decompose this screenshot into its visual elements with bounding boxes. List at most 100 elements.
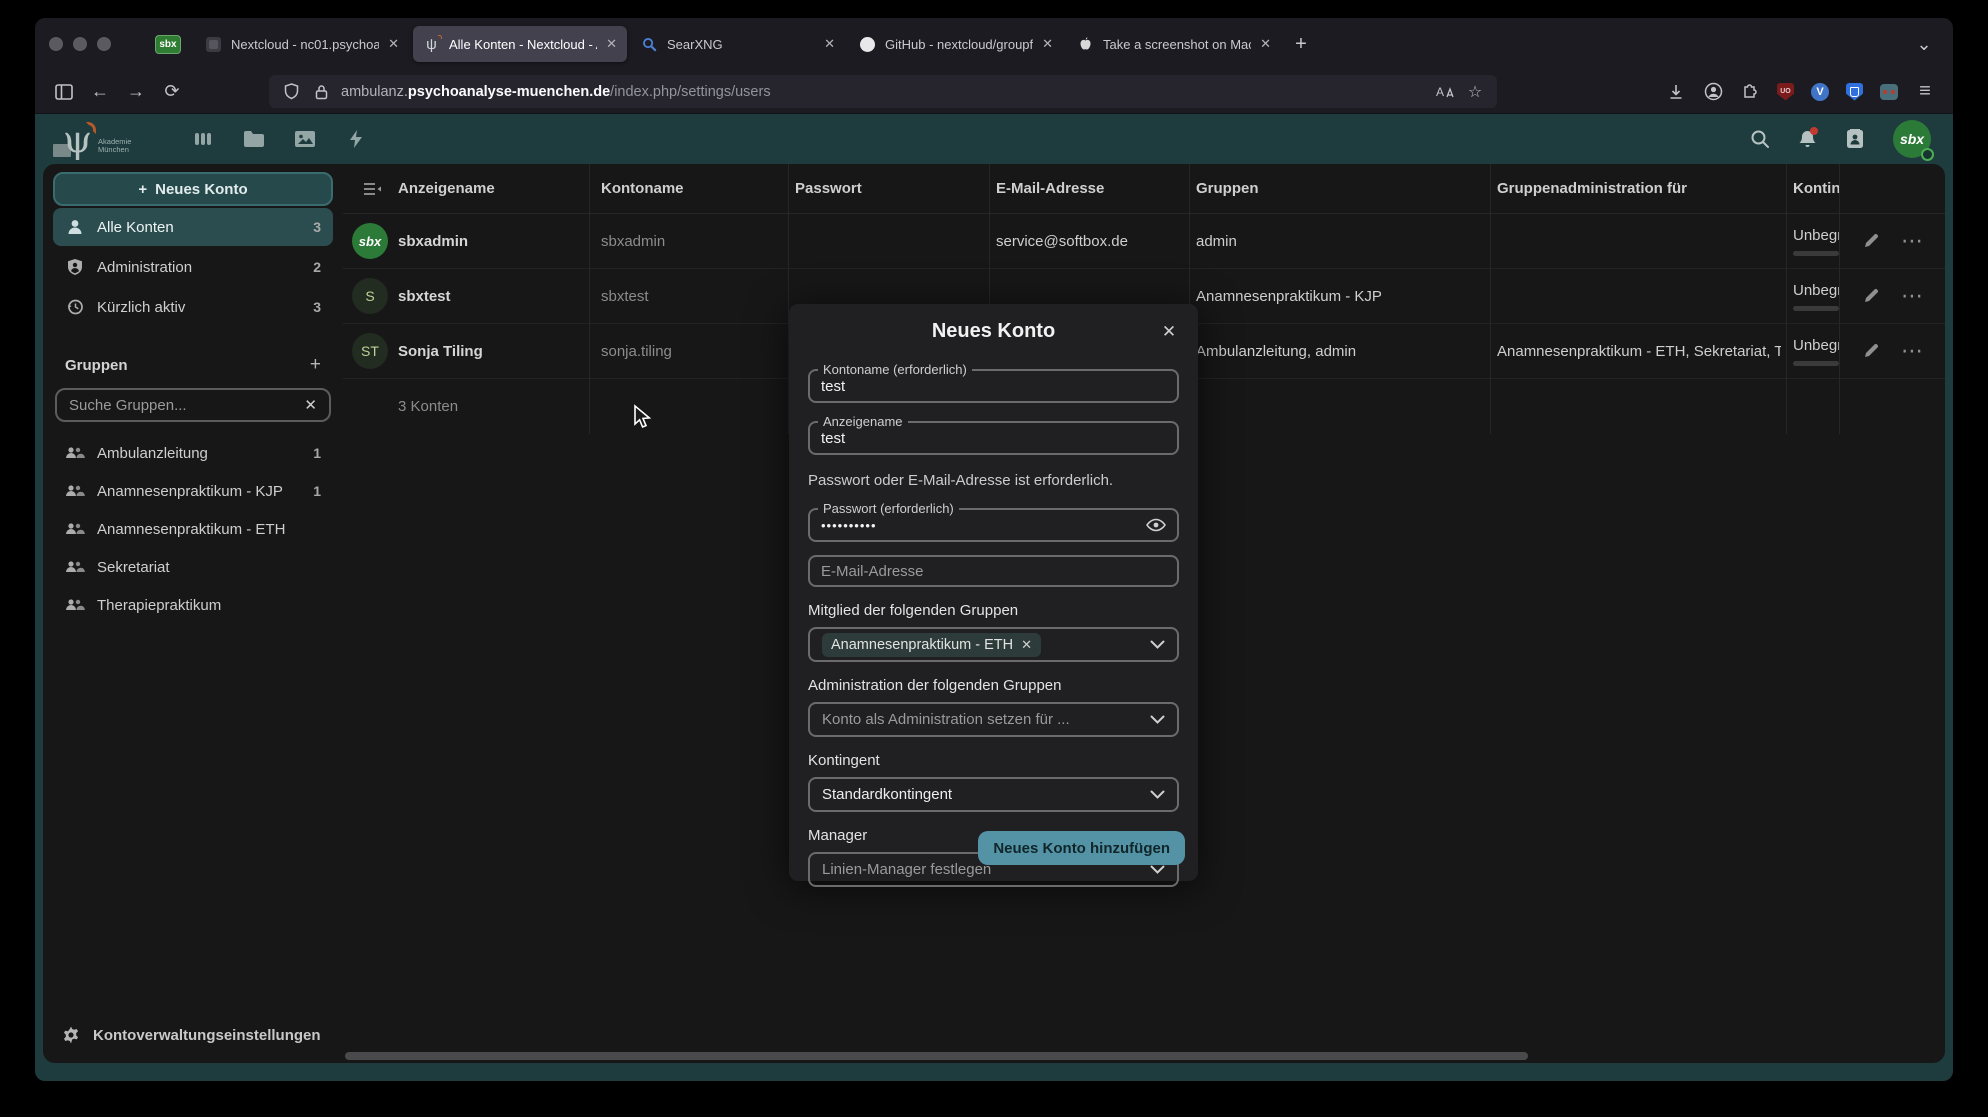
url-bar[interactable]: ambulanz.psychoanalyse-muenchen.de/index… (269, 75, 1497, 108)
lock-icon[interactable] (311, 82, 331, 102)
bookmark-star-icon[interactable]: ☆ (1465, 82, 1485, 102)
add-group-icon[interactable]: + (310, 354, 321, 376)
account-cell: sbxadmin (601, 214, 787, 268)
minimize-window-button[interactable] (73, 37, 87, 51)
notifications-bell-icon[interactable] (1798, 129, 1817, 149)
accounts-count-label: 3 Konten (398, 379, 593, 434)
close-tab-icon[interactable]: ✕ (1260, 36, 1271, 52)
column-header-passwort[interactable]: Passwort (795, 164, 988, 213)
gear-icon (61, 1025, 81, 1045)
tab-searxng[interactable]: SearXNG ✕ (631, 26, 845, 62)
tab-screenshot-mac[interactable]: Take a screenshot on Mac - Ap ✕ (1067, 26, 1281, 62)
edit-pencil-icon[interactable] (1853, 214, 1889, 268)
menu-icon[interactable]: ≡ (1915, 82, 1935, 102)
groups-cell: Anamnesenpraktikum - KJP (1196, 269, 1489, 323)
extensions-puzzle-icon[interactable] (1740, 82, 1760, 102)
quota-select[interactable]: Standardkontingent (808, 777, 1179, 812)
quota-progress-bar (1793, 361, 1839, 366)
contacts-icon[interactable] (1845, 129, 1865, 149)
sidebar-item-kuerzlich-aktiv[interactable]: Kürzlich aktiv 3 (53, 288, 333, 326)
group-search-field[interactable]: ✕ (55, 388, 331, 422)
group-admin-cell (1497, 214, 1781, 268)
group-item-anamnesen-kjp[interactable]: Anamnesenpraktikum - KJP 1 (53, 472, 333, 510)
close-tab-icon[interactable]: ✕ (388, 36, 399, 52)
akademie-logo[interactable]: ψ AkademieMünchen (47, 114, 157, 164)
bitwarden-icon[interactable] (1846, 83, 1863, 101)
unified-search-icon[interactable] (1750, 129, 1770, 149)
horizontal-scrollbar[interactable] (345, 1052, 1528, 1060)
close-tab-icon[interactable]: ✕ (606, 36, 617, 52)
ublock-icon[interactable]: UO (1777, 83, 1794, 101)
tab-nextcloud-nc01[interactable]: Nextcloud - nc01.psychoanalyse ✕ (195, 26, 409, 62)
admin-groups-select[interactable]: Konto als Administration setzen für ... (808, 702, 1179, 737)
edit-pencil-icon[interactable] (1853, 269, 1889, 323)
dashboard-icon[interactable] (191, 127, 215, 151)
new-account-button[interactable]: + Neues Konto (53, 172, 333, 206)
anzeigename-input[interactable] (821, 430, 1166, 447)
clear-search-icon[interactable]: ✕ (304, 396, 317, 414)
sort-columns-icon[interactable] (355, 164, 389, 213)
account-settings-footer[interactable]: Kontoverwaltungseinstellungen (53, 1015, 333, 1055)
column-header-email[interactable]: E-Mail-Adresse (996, 164, 1188, 213)
tab-alle-konten-active[interactable]: ψ Alle Konten - Nextcloud - Ambu ✕ (413, 26, 627, 62)
edit-pencil-icon[interactable] (1853, 324, 1889, 378)
nextcloud-header: ψ AkademieMünchen (43, 114, 1945, 164)
avatar: S (350, 269, 390, 323)
vimium-icon[interactable]: V (1811, 83, 1829, 101)
column-header-kontoname[interactable]: Kontoname (601, 164, 787, 213)
row-actions-menu-icon[interactable]: ⋯ (1894, 269, 1930, 323)
photos-icon[interactable] (293, 127, 317, 151)
member-groups-select[interactable]: Anamnesenpraktikum - ETH ✕ (808, 627, 1179, 662)
row-actions-menu-icon[interactable]: ⋯ (1894, 324, 1930, 378)
group-people-icon (65, 519, 85, 539)
files-icon[interactable] (242, 127, 266, 151)
submit-new-account-button[interactable]: Neues Konto hinzufügen (978, 831, 1185, 865)
user-avatar[interactable]: sbx (1893, 120, 1931, 158)
show-password-eye-icon[interactable] (1146, 518, 1166, 532)
column-header-kontingent[interactable]: Kontingent (1793, 164, 1839, 213)
password-email-hint: Passwort oder E-Mail-Adresse ist erforde… (808, 472, 1179, 489)
group-item-anamnesen-eth[interactable]: Anamnesenpraktikum - ETH (53, 510, 333, 548)
column-header-anzeigename[interactable]: Anzeigename (398, 164, 593, 213)
translate-icon[interactable]: A (1435, 82, 1455, 102)
column-header-gruppenadministration[interactable]: Gruppenadministration für (1497, 164, 1781, 213)
forward-button[interactable]: → (119, 76, 153, 108)
row-actions-menu-icon[interactable]: ⋯ (1894, 214, 1930, 268)
tracking-shield-icon[interactable] (281, 82, 301, 102)
group-admin-cell (1497, 269, 1781, 323)
sidebar-item-alle-konten[interactable]: Alle Konten 3 (53, 208, 333, 246)
downloads-icon[interactable] (1666, 82, 1686, 102)
privacy-extension-icon[interactable] (1880, 84, 1898, 100)
tab-github[interactable]: GitHub - nextcloud/groupfolder ✕ (849, 26, 1063, 62)
sidebar-toggle-icon[interactable] (47, 76, 81, 108)
remove-chip-icon[interactable]: ✕ (1021, 637, 1032, 653)
close-tab-icon[interactable]: ✕ (824, 36, 835, 52)
selected-group-chip[interactable]: Anamnesenpraktikum - ETH ✕ (822, 633, 1041, 657)
account-icon[interactable] (1703, 82, 1723, 102)
group-item-sekretariat[interactable]: Sekretariat (53, 548, 333, 586)
column-header-gruppen[interactable]: Gruppen (1196, 164, 1489, 213)
reload-button[interactable]: ⟳ (155, 76, 189, 108)
group-search-input[interactable] (69, 397, 304, 414)
list-all-tabs-button[interactable]: ⌄ (1909, 34, 1939, 55)
activity-icon[interactable] (344, 127, 368, 151)
anzeigename-field[interactable]: Anzeigename (808, 421, 1179, 455)
tab-title: Take a screenshot on Mac - Ap (1103, 37, 1251, 52)
kontoname-field[interactable]: Kontoname (erforderlich) (808, 369, 1179, 403)
group-item-therapiepraktikum[interactable]: Therapiepraktikum (53, 586, 333, 624)
maximize-window-button[interactable] (97, 37, 111, 51)
count-badge: 2 (313, 259, 321, 275)
password-field[interactable]: Passwort (erforderlich) •••••••••• (808, 508, 1179, 542)
new-tab-button[interactable]: + (1285, 28, 1317, 60)
tab-title: Nextcloud - nc01.psychoanalyse (231, 37, 379, 52)
sidebar-item-administration[interactable]: Administration 2 (53, 248, 333, 286)
email-field[interactable] (808, 555, 1179, 587)
email-input[interactable] (821, 563, 1166, 580)
group-item-ambulanzleitung[interactable]: Ambulanzleitung 1 (53, 434, 333, 472)
close-window-button[interactable] (49, 37, 63, 51)
kontoname-input[interactable] (821, 378, 1166, 395)
close-dialog-icon[interactable]: ✕ (1156, 319, 1182, 345)
pinned-tab-sbx[interactable]: sbx (145, 26, 191, 62)
close-tab-icon[interactable]: ✕ (1042, 36, 1053, 52)
back-button[interactable]: ← (83, 76, 117, 108)
